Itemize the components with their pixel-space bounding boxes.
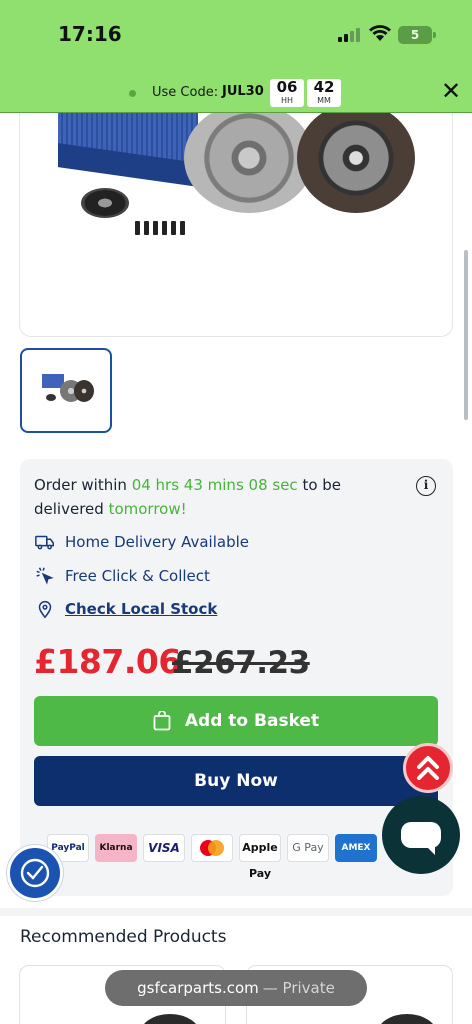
clutch-disc-illustration <box>297 113 415 213</box>
product-thumbnail[interactable] <box>20 348 112 433</box>
url-domain: gsfcarparts.com <box>137 979 259 997</box>
visa-icon: VISA <box>143 834 185 862</box>
chat-bubble-icon <box>401 822 441 855</box>
check-local-stock-link[interactable]: Check Local Stock <box>34 597 217 621</box>
promo-banner: 17:16 5 Use Code: JUL30 06 HH 42 MM ✕ <box>0 0 472 113</box>
thumb-bearing <box>46 394 56 401</box>
was-price: £267.23 <box>172 645 310 681</box>
countdown-minutes: 42 MM <box>307 79 341 107</box>
countdown-hours: 06 HH <box>270 79 304 107</box>
add-to-basket-label: Add to Basket <box>184 711 320 731</box>
promo-code: JUL30 <box>222 84 264 99</box>
hours-value: 06 <box>276 78 298 96</box>
thumb-disc <box>74 380 94 402</box>
google-pay-icon: G Pay <box>287 834 329 862</box>
product-image[interactable] <box>19 113 453 337</box>
scroll-to-top-button[interactable] <box>403 743 453 793</box>
wifi-icon <box>369 25 391 41</box>
hours-unit: HH <box>280 96 294 105</box>
feature-label: Home Delivery Available <box>65 533 249 551</box>
live-dot-icon <box>129 90 136 97</box>
release-bearing-illustration <box>81 188 129 218</box>
buy-now-label: Buy Now <box>194 771 278 791</box>
product-image <box>377 1014 437 1024</box>
close-icon[interactable]: ✕ <box>440 78 462 104</box>
location-pin-icon <box>38 601 52 619</box>
minutes-value: 42 <box>313 78 335 96</box>
info-icon[interactable]: i <box>416 476 436 496</box>
buy-now-button[interactable]: Buy Now <box>34 756 438 806</box>
amex-icon: AMEX <box>335 834 377 862</box>
apple-pay-icon: Apple Pay <box>239 834 281 880</box>
minutes-unit: MM <box>317 96 331 105</box>
delivery-countdown: Order within 04 hrs 43 mins 08 sec to be… <box>34 473 374 521</box>
battery-icon: 5 <box>398 26 436 44</box>
add-to-basket-button[interactable]: Add to Basket <box>34 696 438 746</box>
feature-label[interactable]: Check Local Stock <box>65 600 217 618</box>
click-collect-icon <box>36 567 54 585</box>
double-chevron-up-icon <box>417 756 439 780</box>
klarna-icon: Klarna <box>95 834 137 862</box>
section-divider <box>0 908 472 916</box>
private-mode-label: — Private <box>262 979 335 997</box>
accessibility-icon <box>20 858 50 888</box>
product-image <box>140 1014 200 1024</box>
browser-address-bar[interactable]: gsfcarparts.com — Private <box>105 970 367 1006</box>
order-day: tomorrow! <box>108 500 187 518</box>
chat-button[interactable] <box>382 796 460 874</box>
feature-home-delivery: Home Delivery Available <box>34 530 249 554</box>
page-scrollbar[interactable] <box>464 250 468 420</box>
feature-click-collect: Free Click & Collect <box>34 564 210 588</box>
current-price: £187.06 <box>34 642 181 681</box>
feature-label: Free Click & Collect <box>65 567 210 585</box>
status-time: 17:16 <box>58 22 122 46</box>
order-countdown: 04 hrs 43 mins 08 sec <box>131 476 298 494</box>
accessibility-button[interactable] <box>7 845 63 901</box>
pressure-plate-illustration <box>184 113 314 213</box>
mastercard-icon <box>191 834 233 862</box>
order-prefix: Order within <box>34 476 127 494</box>
recommended-title: Recommended Products <box>20 927 227 947</box>
truck-icon <box>35 535 54 550</box>
promo-code-bar: Use Code: JUL30 06 HH 42 MM ✕ <box>0 78 472 110</box>
promo-label: Use Code: <box>152 85 219 100</box>
bolts-illustration <box>135 221 191 235</box>
cellular-signal-icon <box>338 28 362 42</box>
shopping-bag-icon <box>153 711 171 731</box>
